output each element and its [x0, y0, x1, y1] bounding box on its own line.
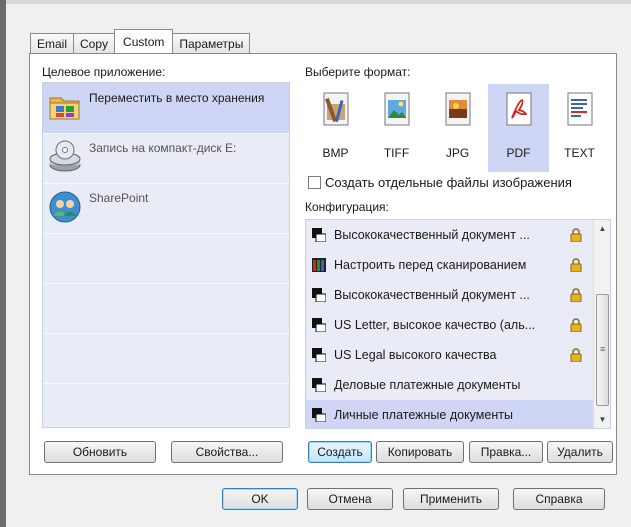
destination-label: Целевое приложение: — [42, 65, 166, 79]
destination-item-label: Запись на компакт-диск E: — [89, 141, 237, 155]
refresh-button[interactable]: Обновить — [44, 441, 156, 463]
tab-parameters[interactable]: Параметры — [172, 33, 251, 53]
tab-email[interactable]: Email — [30, 33, 75, 53]
configuration-item[interactable]: Высококачественный документ ... — [306, 220, 594, 250]
lock-icon — [570, 228, 582, 243]
lock-icon — [570, 318, 582, 333]
scanner-icon — [312, 348, 327, 363]
format-option-text[interactable]: TEXT — [549, 84, 610, 172]
list-divider — [43, 283, 289, 284]
delete-button[interactable]: Удалить — [547, 441, 613, 463]
list-divider — [43, 383, 289, 384]
format-option-label: JPG — [445, 146, 470, 160]
format-option-jpg[interactable]: JPG — [427, 84, 488, 172]
configuration-scrollbar[interactable]: ▲ ≡ ▼ — [593, 220, 610, 428]
configuration-item[interactable]: US Letter, высокое качество (аль... — [306, 310, 594, 340]
separate-files-label: Создать отдельные файлы изображения — [325, 175, 572, 190]
tab-strip: Email Copy Custom Параметры — [30, 29, 251, 53]
separate-files-checkbox[interactable] — [308, 176, 321, 189]
tab-panel-custom: Целевое приложение: Переместить в место … — [29, 53, 617, 475]
tab-custom[interactable]: Custom — [114, 29, 174, 53]
destination-item-label: SharePoint — [89, 191, 149, 205]
edit-button[interactable]: Правка... — [469, 441, 543, 463]
scanner-icon — [312, 408, 327, 423]
color-bars-icon — [312, 258, 326, 272]
scroll-down-arrow-icon[interactable]: ▼ — [594, 411, 610, 428]
format-selector: BMP TIFF JPG PDF TEXT — [305, 84, 611, 172]
cd-burn-icon — [47, 139, 83, 175]
scanner-icon — [312, 228, 327, 243]
bmp-file-icon — [316, 90, 356, 130]
sharepoint-icon — [47, 189, 83, 225]
configuration-item[interactable]: US Legal высокого качества — [306, 340, 594, 370]
configuration-list[interactable]: Высококачественный документ ... Настроит… — [305, 219, 611, 429]
help-button[interactable]: Справка — [513, 488, 605, 510]
configuration-item-label: Высококачественный документ ... — [334, 228, 530, 242]
copy-button[interactable]: Копировать — [376, 441, 464, 463]
lock-icon — [570, 258, 582, 273]
scanner-icon — [312, 288, 327, 303]
grip-icon: ≡ — [600, 344, 606, 354]
format-option-bmp[interactable]: BMP — [305, 84, 366, 172]
list-divider — [43, 333, 289, 334]
configuration-item[interactable]: Настроить перед сканированием — [306, 250, 594, 280]
format-option-label: PDF — [506, 146, 531, 160]
properties-button[interactable]: Свойства... — [171, 441, 283, 463]
pdf-file-icon — [499, 90, 539, 130]
tiff-file-icon — [377, 90, 417, 130]
scroll-thumb[interactable]: ≡ — [596, 294, 609, 406]
jpg-file-icon — [438, 90, 478, 130]
configuration-item-selected[interactable]: Личные платежные документы — [306, 400, 594, 428]
format-option-label: TIFF — [383, 146, 410, 160]
configuration-item-label: US Letter, высокое качество (аль... — [334, 318, 536, 332]
format-option-label: TEXT — [564, 146, 595, 160]
window-edge — [0, 0, 6, 527]
configuration-item-label: Деловые платежные документы — [334, 378, 521, 392]
destination-item-storage[interactable]: Переместить в место хранения — [43, 83, 289, 133]
destination-item-cd-burn[interactable]: Запись на компакт-диск E: — [43, 133, 289, 183]
lock-icon — [570, 288, 582, 303]
destination-item-label: Переместить в место хранения — [89, 91, 265, 105]
configuration-item-label: US Legal высокого качества — [334, 348, 497, 362]
create-button[interactable]: Создать — [308, 441, 372, 463]
configuration-item[interactable]: Деловые платежные документы — [306, 370, 594, 400]
text-file-icon — [560, 90, 600, 130]
tab-copy[interactable]: Copy — [73, 33, 116, 53]
format-option-tiff[interactable]: TIFF — [366, 84, 427, 172]
storage-folder-icon — [47, 89, 83, 125]
destination-list[interactable]: Переместить в место хранения Запись на к… — [42, 82, 290, 428]
destination-item-sharepoint[interactable]: SharePoint — [43, 183, 289, 233]
configuration-item[interactable]: Высококачественный документ ... — [306, 280, 594, 310]
scroll-up-arrow-icon[interactable]: ▲ — [594, 220, 610, 237]
list-divider — [43, 233, 289, 234]
configuration-item-label: Настроить перед сканированием — [334, 258, 527, 272]
lock-icon — [570, 348, 582, 363]
scanner-icon — [312, 318, 327, 333]
format-label: Выберите формат: — [305, 65, 411, 79]
configuration-label: Конфигурация: — [305, 200, 389, 214]
configuration-item-label: Личные платежные документы — [334, 408, 513, 422]
format-option-label: BMP — [322, 146, 349, 160]
window-top-edge — [6, 0, 631, 4]
ok-button[interactable]: OK — [222, 488, 298, 510]
apply-button[interactable]: Применить — [403, 488, 499, 510]
cancel-button[interactable]: Отмена — [307, 488, 393, 510]
format-option-pdf[interactable]: PDF — [488, 84, 549, 172]
configuration-item-label: Высококачественный документ ... — [334, 288, 530, 302]
separate-files-option[interactable]: Создать отдельные файлы изображения — [308, 175, 572, 190]
scanner-icon — [312, 378, 327, 393]
